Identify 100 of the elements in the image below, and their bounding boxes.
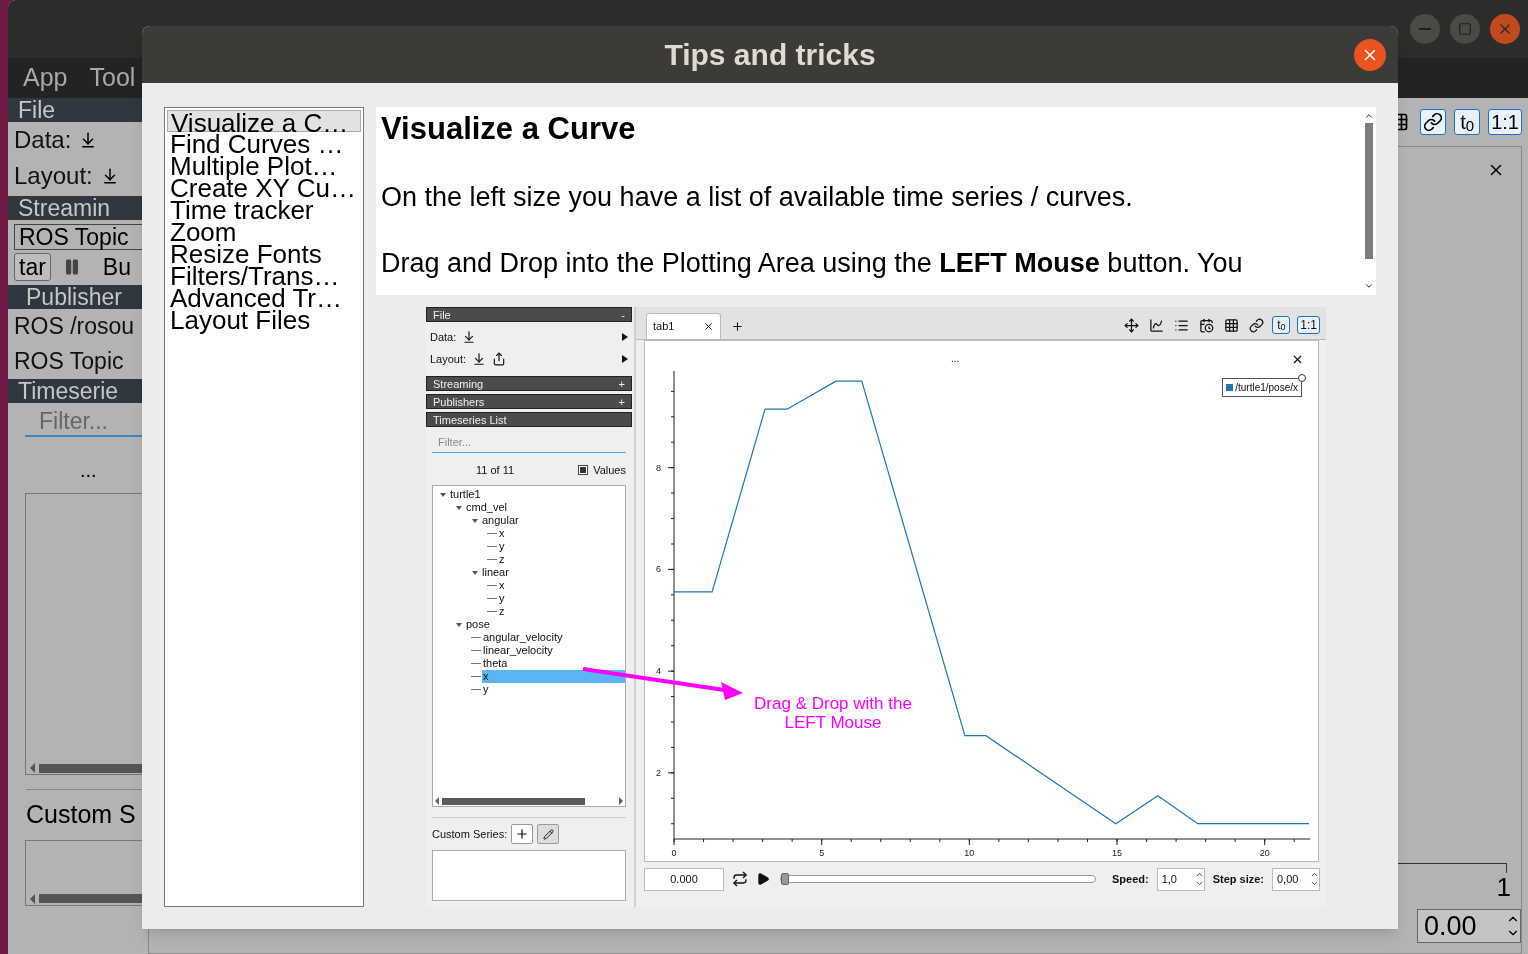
loop-icon bbox=[732, 871, 748, 887]
toggle-button[interactable]: 1:1 bbox=[1297, 316, 1320, 334]
edit-button[interactable] bbox=[537, 824, 560, 844]
legend-swatch bbox=[1226, 384, 1234, 391]
tree-item[interactable]: angular bbox=[481, 514, 625, 527]
publisher-item[interactable]: ROS Topic bbox=[8, 344, 142, 379]
plot-title: ... bbox=[951, 352, 960, 366]
import-icon bbox=[462, 330, 477, 344]
values-checkbox[interactable] bbox=[578, 465, 589, 475]
tree-item[interactable]: turtle1 bbox=[449, 488, 625, 501]
expand-arrow-icon[interactable] bbox=[455, 620, 463, 629]
legend-handle-icon[interactable] bbox=[1298, 374, 1306, 382]
tree-item[interactable]: linear bbox=[481, 566, 625, 579]
tree-item[interactable]: angular_velocity bbox=[482, 631, 625, 644]
speed-label: Speed: bbox=[1111, 871, 1149, 887]
x-tick-label: 0 bbox=[671, 848, 677, 858]
topic-item[interactable]: Advanced Tr… bbox=[167, 286, 361, 308]
tree-item[interactable]: pose bbox=[465, 618, 625, 631]
topic-item[interactable]: Find Curves … bbox=[167, 132, 361, 154]
filter-field[interactable]: Filter... bbox=[432, 431, 626, 453]
expand-arrow-icon[interactable] bbox=[455, 503, 463, 512]
slider-handle[interactable] bbox=[781, 873, 789, 885]
y-tick-label: 2 bbox=[656, 767, 661, 778]
step-size-spinbox[interactable]: 0.00 bbox=[1417, 909, 1521, 943]
tree-item[interactable]: y bbox=[498, 592, 625, 605]
legend-label: /turtle1/pose/x bbox=[1235, 381, 1298, 395]
import-icon bbox=[472, 352, 487, 366]
tree-item[interactable]: x bbox=[498, 527, 625, 540]
toggle-button[interactable]: t$_{0}$ bbox=[1454, 109, 1481, 135]
section-header[interactable]: Timeseries List bbox=[426, 412, 632, 427]
custom-series-label: Custom Series: bbox=[432, 826, 508, 842]
horizontal-scrollbar[interactable] bbox=[433, 796, 625, 806]
time-slider[interactable] bbox=[780, 875, 1096, 883]
arrow-right-icon bbox=[622, 355, 628, 363]
menu-item[interactable]: App bbox=[23, 59, 68, 97]
series-count: 11 of 11 bbox=[476, 462, 515, 478]
plot-tab[interactable]: tab1 bbox=[646, 313, 721, 339]
close-button[interactable] bbox=[1354, 38, 1386, 71]
tree-item[interactable]: y bbox=[498, 540, 625, 553]
tree-item[interactable]: theta bbox=[482, 657, 625, 670]
speed-spinbox[interactable]: 1,0 bbox=[1156, 867, 1205, 891]
y-tick-label: 8 bbox=[656, 462, 661, 473]
close-button[interactable] bbox=[1490, 14, 1520, 44]
toggle-button[interactable]: t$_{0}$ bbox=[1272, 316, 1291, 334]
filter-field[interactable]: Filter... bbox=[25, 407, 142, 437]
toggle-button[interactable]: 1:1 bbox=[1488, 109, 1522, 135]
x-tick-label: 1 bbox=[1496, 873, 1511, 901]
section-header[interactable]: File bbox=[8, 98, 142, 122]
data-label: Data: bbox=[430, 329, 457, 345]
add-button[interactable] bbox=[511, 824, 534, 844]
expand-arrow-icon[interactable] bbox=[471, 516, 479, 525]
calendar-clock-button[interactable] bbox=[1197, 316, 1216, 334]
x-tick-label: 20 bbox=[1259, 848, 1270, 858]
y-tick-label: 4 bbox=[656, 666, 661, 677]
tree-item[interactable]: z bbox=[498, 553, 625, 566]
expand-arrow-icon[interactable] bbox=[471, 568, 479, 577]
tree-item[interactable]: z bbox=[498, 605, 625, 618]
step-size-spinbox[interactable]: 0,00 bbox=[1272, 867, 1320, 891]
pencil-icon bbox=[542, 828, 554, 840]
tip-paragraph: On the left size you have a list of available time series / curves. bbox=[381, 181, 1134, 213]
time-field[interactable]: 0.000 bbox=[644, 867, 724, 891]
minimize-icon bbox=[1419, 28, 1431, 30]
add-tab-icon bbox=[731, 320, 744, 333]
topic-item[interactable]: Zoom bbox=[167, 220, 361, 242]
maximize-icon bbox=[1458, 22, 1472, 36]
section-header[interactable]: Publisher bbox=[8, 285, 142, 309]
plus-icon bbox=[515, 827, 530, 841]
annotation-text: Drag & Drop with the LEFT Mouse bbox=[753, 694, 913, 732]
topic-item[interactable]: Filters/Trans… bbox=[167, 264, 361, 286]
section-header[interactable]: Publishers + bbox=[426, 394, 632, 409]
link-button[interactable] bbox=[1420, 109, 1447, 135]
topic-item[interactable]: Visualize a C… bbox=[167, 110, 361, 132]
layout-label: Layout: bbox=[430, 351, 467, 367]
menu-item[interactable]: Tool bbox=[89, 59, 136, 97]
grid-button[interactable] bbox=[1222, 316, 1241, 334]
expand-arrow-icon[interactable] bbox=[439, 490, 447, 499]
link-button[interactable] bbox=[1247, 316, 1266, 334]
tree-item[interactable]: y bbox=[482, 683, 625, 696]
source-dropdown[interactable]: ROS Topic bbox=[14, 224, 142, 250]
tree-item[interactable]: x bbox=[482, 670, 625, 683]
section-header[interactable]: Streamin bbox=[8, 196, 142, 220]
export-icon bbox=[492, 352, 507, 366]
section-header[interactable]: Streaming + bbox=[426, 376, 632, 391]
series-count: ... bbox=[80, 458, 98, 483]
start-button[interactable]: tar bbox=[14, 253, 51, 281]
publisher-item[interactable]: ROS /rosou bbox=[8, 309, 142, 344]
x-tick-label: 10 bbox=[964, 848, 975, 858]
move-button[interactable] bbox=[1122, 316, 1141, 334]
dialog-title: Tips and tricks bbox=[664, 37, 876, 73]
section-header[interactable]: Timeserie bbox=[8, 379, 142, 403]
topic-item[interactable]: Resize Fonts bbox=[167, 242, 361, 264]
topic-item[interactable]: Time tracker bbox=[167, 198, 361, 220]
tree-item[interactable]: cmd_vel bbox=[465, 501, 625, 514]
tip-heading: Visualize a Curve bbox=[381, 111, 637, 147]
chart-cursor-button[interactable] bbox=[1147, 316, 1166, 334]
tree-item[interactable]: x bbox=[498, 579, 625, 592]
section-header[interactable]: File - bbox=[426, 307, 632, 322]
buffer-label: Bu bbox=[102, 252, 131, 282]
tree-item[interactable]: linear_velocity bbox=[482, 644, 625, 657]
arrow-right-icon bbox=[622, 333, 628, 341]
